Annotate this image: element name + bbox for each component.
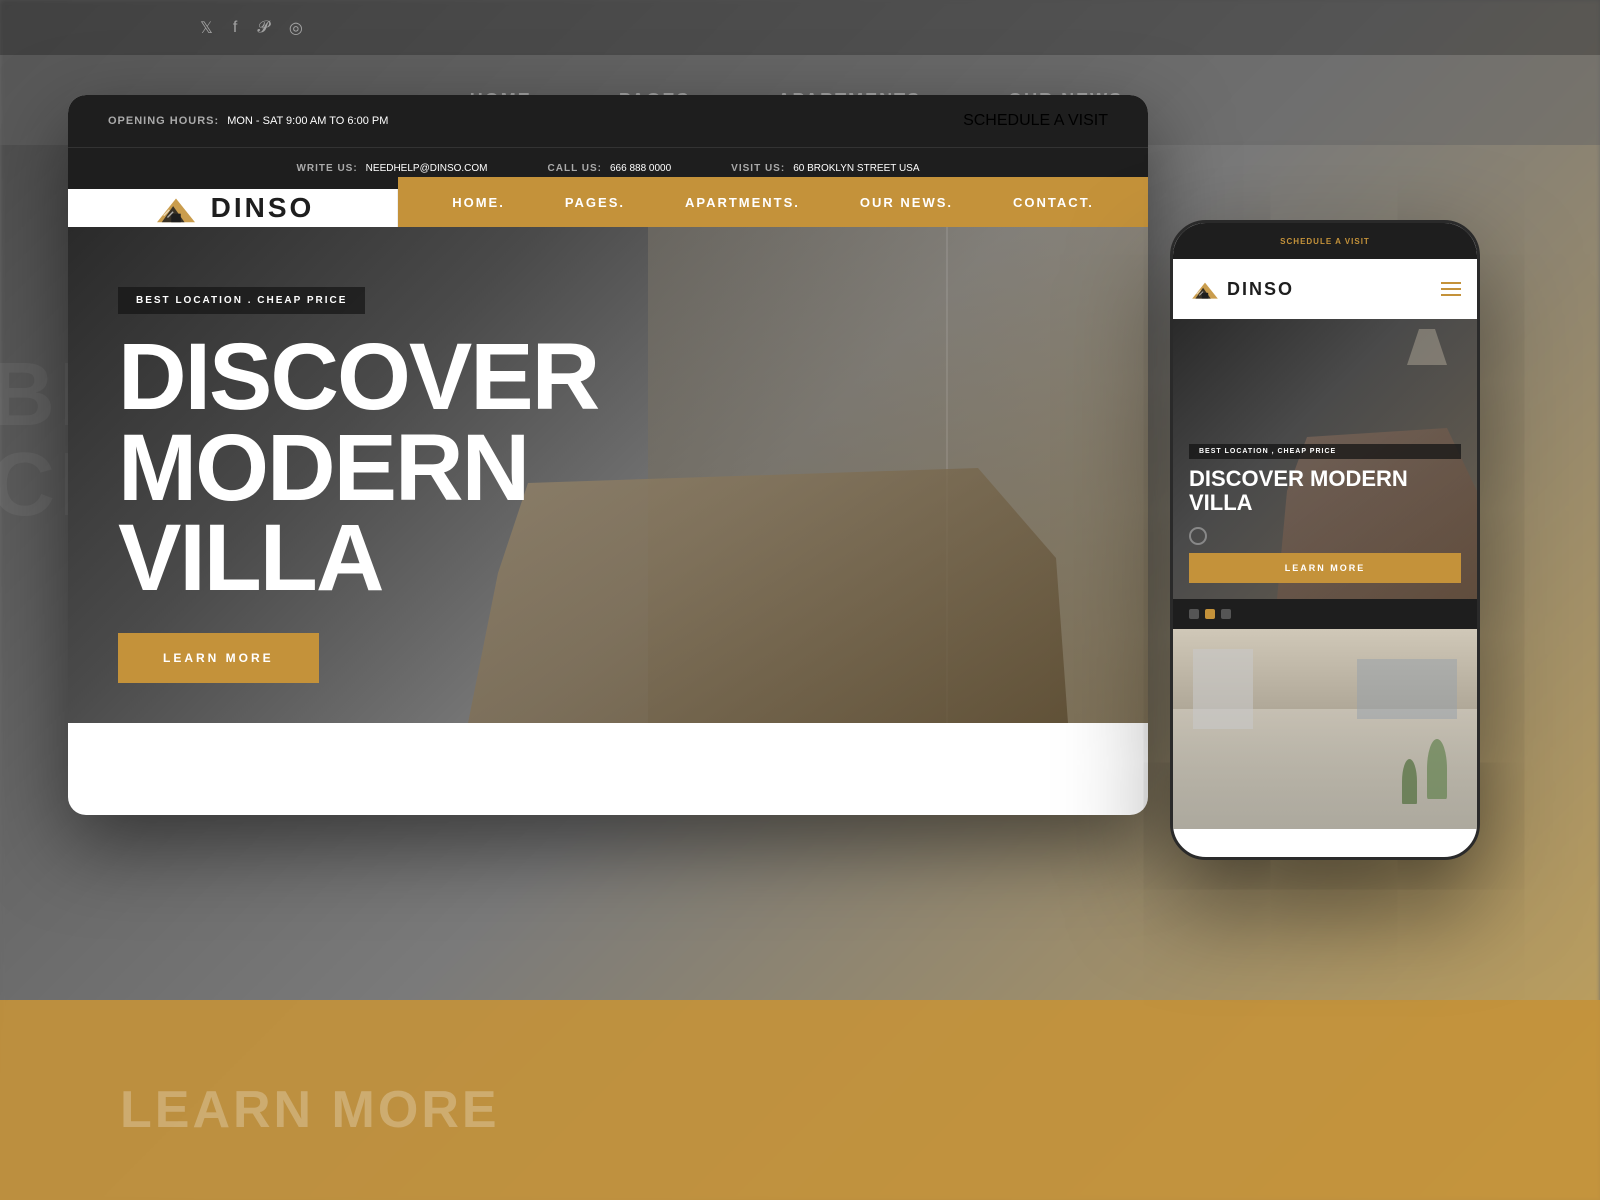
mobile-brand-name: DINSO: [1227, 279, 1294, 300]
hamburger-line-2: [1441, 288, 1461, 290]
hero-content: BEST LOCATION . CHEAP PRICE DISCOVER MOD…: [118, 287, 598, 683]
mobile-mockup: SCHEDULE A VISIT DINSO BEST LOCATION , C…: [1170, 220, 1480, 860]
bg-pinterest-icon: 𝓟: [257, 19, 269, 37]
mobile-logo-left: DINSO: [1189, 276, 1294, 302]
mobile-schedule-label: SCHEDULE A VISIT: [1280, 237, 1370, 246]
call-us-label: CALL US:: [548, 163, 602, 174]
property-window-area: [1357, 659, 1457, 719]
tree-shape: [1427, 739, 1447, 799]
mobile-hero: BEST LOCATION , CHEAP PRICE DISCOVER MOD…: [1173, 319, 1477, 599]
opening-hours-value: MON - SAT 9:00 AM TO 6:00 PM: [227, 115, 388, 127]
call-us-value: 666 888 0000: [610, 163, 671, 174]
desktop-topbar: OPENING HOURS: MON - SAT 9:00 AM TO 6:00…: [68, 95, 1148, 147]
brand-name: DINSO: [211, 192, 315, 224]
visit-us-value: 60 BROKLYN STREET USA: [793, 163, 919, 174]
dot-1[interactable]: [1189, 609, 1199, 619]
dot-2-active[interactable]: [1205, 609, 1215, 619]
bg-twitter-icon: 𝕏: [200, 18, 213, 38]
nav-contact[interactable]: CONTACT.: [1013, 195, 1094, 210]
nav-home[interactable]: HOME.: [452, 195, 505, 210]
logo-area: DINSO: [68, 189, 398, 227]
dot-3[interactable]: [1221, 609, 1231, 619]
call-us-item: CALL US: 666 888 0000: [548, 163, 672, 174]
tree-shape-2: [1402, 759, 1417, 804]
bg-facebook-icon: f: [233, 19, 237, 37]
schedule-visit-link[interactable]: SCHEDULE A VISIT: [963, 112, 1108, 129]
background-social-bar: 𝕏 f 𝓟 ◎: [0, 0, 1600, 55]
opening-hours-label: OPENING HOURS:: [108, 115, 219, 127]
topbar-hours: OPENING HOURS: MON - SAT 9:00 AM TO 6:00…: [108, 115, 388, 127]
hamburger-menu[interactable]: [1441, 282, 1461, 296]
hero-title: DISCOVER MODERN VILLA: [118, 332, 598, 603]
hero-title-line2: MODERN: [118, 423, 598, 513]
property-wall: [1193, 649, 1253, 729]
topbar-schedule[interactable]: SCHEDULE A VISIT: [963, 112, 1108, 130]
hero-cta-button[interactable]: LEARN MORE: [118, 633, 319, 683]
globe-icon: [1189, 527, 1207, 545]
mobile-topbar: SCHEDULE A VISIT: [1173, 223, 1477, 259]
main-nav: HOME. PAGES. APARTMENTS. OUR NEWS. CONTA…: [398, 177, 1148, 227]
hero-section: BEST LOCATION . CHEAP PRICE DISCOVER MOD…: [68, 227, 1148, 723]
write-us-value: NEEDHELP@DINSO.COM: [366, 163, 488, 174]
hamburger-line-3: [1441, 294, 1461, 296]
mobile-hero-badge: BEST LOCATION , CHEAP PRICE: [1189, 444, 1461, 459]
logo-icon: [151, 189, 201, 227]
nav-pages[interactable]: PAGES.: [565, 195, 625, 210]
visit-us-label: VISIT US:: [731, 163, 785, 174]
desktop-mockup: OPENING HOURS: MON - SAT 9:00 AM TO 6:00…: [68, 95, 1148, 815]
hamburger-line-1: [1441, 282, 1461, 284]
visit-us-item: VISIT US: 60 BROKLYN STREET USA: [731, 163, 919, 174]
mobile-property-preview: [1173, 629, 1477, 829]
mobile-cta-button[interactable]: LEARN MORE: [1189, 553, 1461, 583]
mobile-logo-row: DINSO: [1173, 259, 1477, 319]
mobile-logo-icon: [1189, 276, 1221, 302]
logo-nav-row: DINSO 𝕏 f 𝓟 ◎ HOME. PAGES. APARTMENTS. O…: [68, 189, 1148, 227]
mobile-hero-title: DISCOVER MODERN VILLA: [1189, 467, 1461, 515]
write-us-item: WRITE US: NEEDHELP@DINSO.COM: [296, 163, 487, 174]
bottom-learn-more-text: LEARN MORE: [120, 1080, 500, 1140]
nav-news[interactable]: OUR NEWS.: [860, 195, 953, 210]
hero-title-line1: DISCOVER: [118, 332, 598, 422]
bg-instagram-icon: ◎: [289, 18, 303, 38]
hero-badge: BEST LOCATION . CHEAP PRICE: [118, 287, 365, 314]
mobile-carousel-dots: [1173, 599, 1477, 629]
nav-apartments[interactable]: APARTMENTS.: [685, 195, 800, 210]
hero-title-line3: VILLA: [118, 513, 598, 603]
write-us-label: WRITE US:: [296, 163, 357, 174]
